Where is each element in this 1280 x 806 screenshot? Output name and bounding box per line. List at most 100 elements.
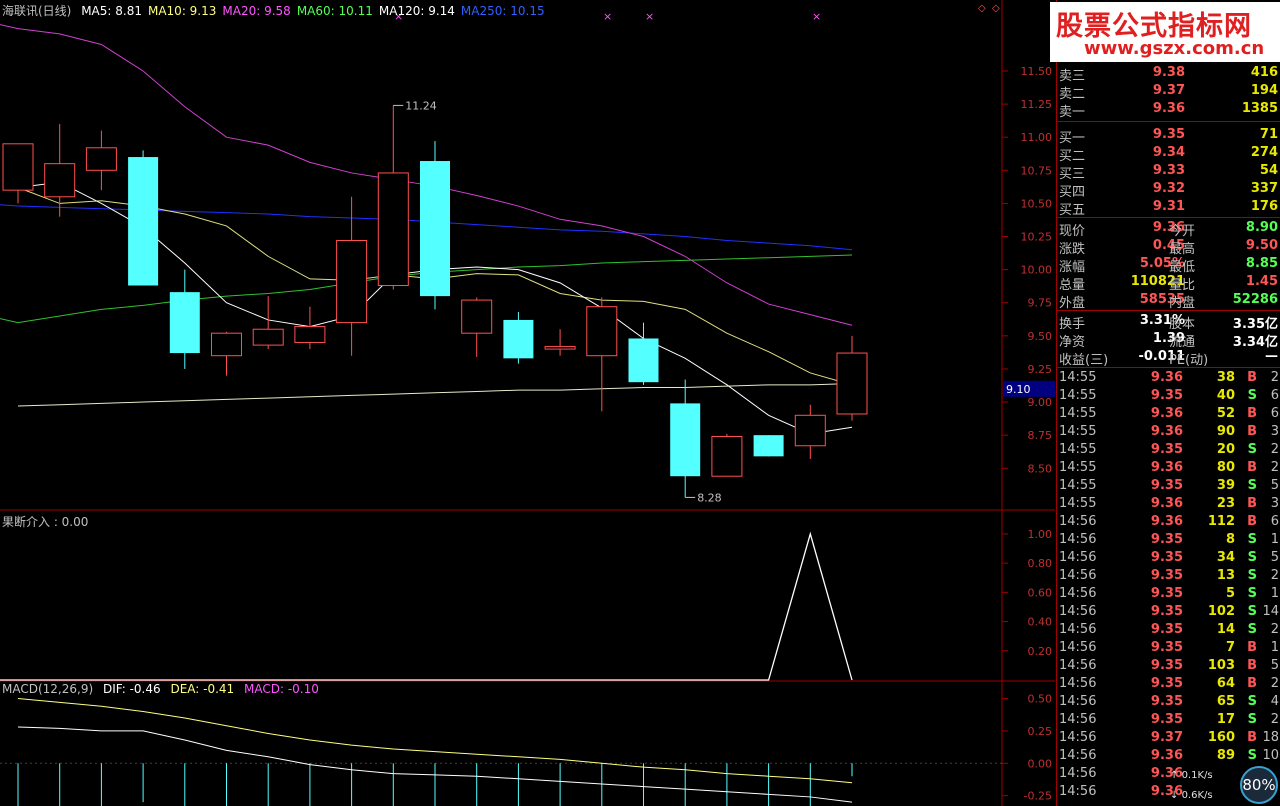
tick-price: 9.36 xyxy=(1150,460,1183,475)
tick-time: 14:56 xyxy=(1059,658,1097,673)
tick-row[interactable]: 14:56 9.35 17 S 2 xyxy=(1057,711,1280,729)
tick-volume: 160 xyxy=(1207,730,1235,745)
tick-row[interactable]: 14:55 9.36 80 B 2 xyxy=(1057,459,1280,477)
tick-side: S xyxy=(1247,694,1257,709)
tick-row[interactable]: 14:55 9.35 39 S 5 xyxy=(1057,477,1280,495)
tick-row[interactable]: 14:56 9.36 112 B 6 xyxy=(1057,513,1280,531)
low-annotation: 8.28 xyxy=(697,491,722,504)
tick-side: B xyxy=(1247,424,1257,439)
tick-time: 14:55 xyxy=(1059,388,1097,403)
chart-area[interactable]: 11.50 11.25 11.00 10.75 10.50 10.25 10.00 9.75 9… xyxy=(0,0,1055,806)
tick-row[interactable]: 14:55 9.36 38 B 2 xyxy=(1057,369,1280,387)
tick-row[interactable]: 14:55 9.36 52 B 6 xyxy=(1057,405,1280,423)
tick-time: 14:55 xyxy=(1059,424,1097,439)
watermark-url: www.gszx.com.cn xyxy=(1084,38,1265,59)
stat-row[interactable]: 收益(三) -0.011 PE(动) — xyxy=(1057,348,1280,368)
tick-row[interactable]: 14:56 9.35 103 B 5 xyxy=(1057,657,1280,675)
tick-side: B xyxy=(1247,658,1257,673)
stat-row[interactable]: 净资 1.39 流通 3.34亿 xyxy=(1057,330,1280,350)
stat-row[interactable]: 换手 3.31% 股本 3.35亿 xyxy=(1057,312,1280,332)
tick-row[interactable]: 14:55 9.36 23 B 3 xyxy=(1057,495,1280,513)
tick-volume: 5 xyxy=(1225,586,1235,601)
tick-row[interactable]: 14:56 9.35 102 S 14 xyxy=(1057,603,1280,621)
tick-row[interactable]: 14:56 9.35 14 S 2 xyxy=(1057,621,1280,639)
stat-row[interactable]: 涨跌 0.45 最高 9.50 xyxy=(1057,237,1280,257)
tick-price: 9.36 xyxy=(1150,496,1183,511)
buy-level[interactable]: 买二 9.34 274 xyxy=(1057,144,1280,164)
macd-label[interactable]: MACD(12,26,9) xyxy=(2,682,93,696)
tick-time: 14:56 xyxy=(1059,640,1097,655)
tick-count: 3 xyxy=(1270,496,1279,511)
tick-side: S xyxy=(1247,568,1257,583)
tick-row[interactable]: 14:56 9.35 65 S 4 xyxy=(1057,693,1280,711)
tick-row[interactable]: 14:56 9.35 8 S 1 xyxy=(1057,531,1280,549)
stock-name[interactable]: 海联讯(日线) xyxy=(2,4,71,18)
tick-volume: 90 xyxy=(1216,424,1235,439)
buy-level[interactable]: 买三 9.33 54 xyxy=(1057,162,1280,182)
price-axis-label: 11.25 xyxy=(1021,98,1053,111)
tick-time: 14:56 xyxy=(1059,676,1097,691)
tick-count: 5 xyxy=(1270,478,1279,493)
macd-axis-label: 0.00 xyxy=(1028,757,1053,770)
tick-side: S xyxy=(1247,442,1257,457)
panel-separator xyxy=(1057,367,1280,368)
signal-marker: × xyxy=(812,10,821,23)
tick-price: 9.37 xyxy=(1150,730,1183,745)
stat-label: PE(动) xyxy=(1169,353,1209,368)
tick-time: 14:56 xyxy=(1059,550,1097,565)
diamond-icon[interactable]: ◇ xyxy=(978,3,986,14)
network-monitor[interactable]: ↑ 0.1K/s ↓ 0.6K/s 80% xyxy=(1170,766,1280,806)
cpu-gauge[interactable]: 80% xyxy=(1240,766,1278,804)
tick-side: B xyxy=(1247,730,1257,745)
close-icon[interactable]: ◇ xyxy=(992,3,1000,14)
signal-axis-label: 1.00 xyxy=(1028,528,1053,541)
tick-row[interactable]: 14:56 9.35 13 S 2 xyxy=(1057,567,1280,585)
price-axis-label: 11.00 xyxy=(1021,131,1053,144)
tick-price: 9.36 xyxy=(1150,406,1183,421)
tick-row[interactable]: 14:56 9.35 5 S 1 xyxy=(1057,585,1280,603)
tick-row[interactable]: 14:55 9.36 90 B 3 xyxy=(1057,423,1280,441)
tick-count: 14 xyxy=(1262,604,1279,619)
tick-price: 9.35 xyxy=(1150,694,1183,709)
tick-side: B xyxy=(1247,514,1257,529)
tick-row[interactable]: 14:56 9.36 89 S 10 xyxy=(1057,747,1280,765)
indicator-header: 果断介入 : 0.00 xyxy=(2,513,94,530)
stat-row[interactable]: 总量 110821 量比 1.45 xyxy=(1057,273,1280,293)
buy-level[interactable]: 买五 9.31 176 xyxy=(1057,198,1280,218)
buy-level[interactable]: 买四 9.32 337 xyxy=(1057,180,1280,200)
tick-row[interactable]: 14:56 9.35 34 S 5 xyxy=(1057,549,1280,567)
candle-body xyxy=(169,292,200,354)
candle-body xyxy=(252,328,284,346)
tick-time: 14:55 xyxy=(1059,478,1097,493)
price-axis-label: 9.25 xyxy=(1028,363,1053,376)
tick-row[interactable]: 14:55 9.35 20 S 2 xyxy=(1057,441,1280,459)
tick-time: 14:56 xyxy=(1059,730,1097,745)
sell-level[interactable]: 卖三 9.38 416 xyxy=(1057,64,1280,84)
panel-separator xyxy=(1057,310,1280,311)
ma-label-1: MA10: 9.13 xyxy=(147,4,217,18)
tick-count: 18 xyxy=(1262,730,1279,745)
tick-count: 5 xyxy=(1270,550,1279,565)
tick-row[interactable]: 14:55 9.35 40 S 6 xyxy=(1057,387,1280,405)
indicator-label[interactable]: 果断介入 : 0.00 xyxy=(2,515,88,529)
tick-side: S xyxy=(1247,388,1257,403)
tick-count: 1 xyxy=(1270,640,1279,655)
tick-row[interactable]: 14:56 9.37 160 B 18 xyxy=(1057,729,1280,747)
sell-level[interactable]: 卖一 9.36 1385 xyxy=(1057,100,1280,120)
tick-time: 14:56 xyxy=(1059,784,1097,799)
tick-volume: 102 xyxy=(1207,604,1235,619)
tick-count: 5 xyxy=(1270,658,1279,673)
ma120-line xyxy=(17,383,853,407)
tick-row[interactable]: 14:56 9.35 7 B 1 xyxy=(1057,639,1280,657)
sell-level[interactable]: 卖二 9.37 194 xyxy=(1057,82,1280,102)
tick-volume: 103 xyxy=(1207,658,1235,673)
tick-price: 9.35 xyxy=(1150,586,1183,601)
buy-label: 买五 xyxy=(1059,203,1086,218)
buy-level[interactable]: 买一 9.35 71 xyxy=(1057,126,1280,146)
stat-row[interactable]: 外盘 58535 内盘 52286 xyxy=(1057,291,1280,311)
current-price-value: 9.10 xyxy=(1006,383,1031,396)
stat-row[interactable]: 现价 9.36 今开 8.90 xyxy=(1057,219,1280,239)
candle-body xyxy=(377,172,409,287)
stat-row[interactable]: 涨幅 5.05% 最低 8.85 xyxy=(1057,255,1280,275)
tick-row[interactable]: 14:56 9.35 64 B 2 xyxy=(1057,675,1280,693)
